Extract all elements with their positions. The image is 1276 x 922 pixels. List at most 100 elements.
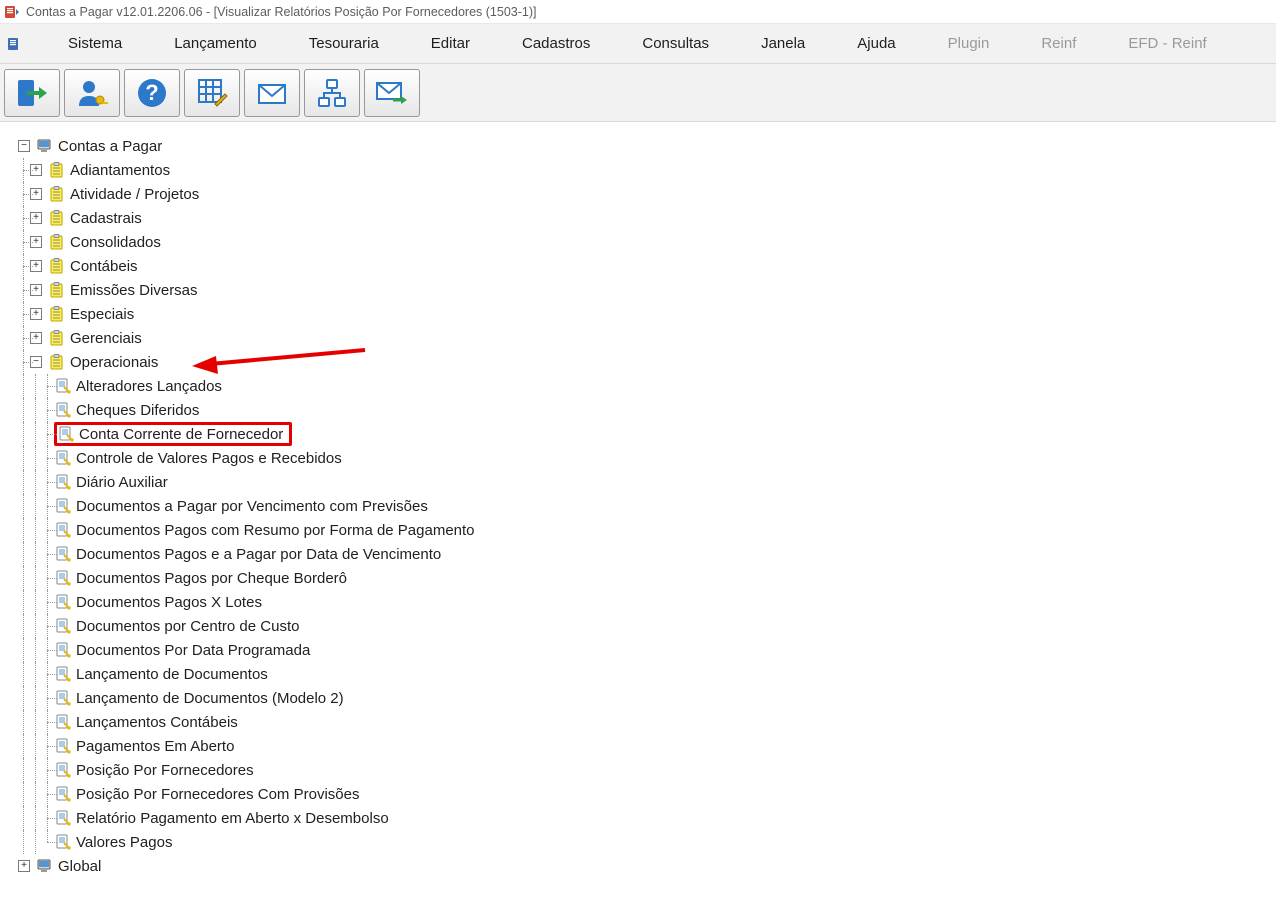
tree-leaf[interactable]: Documentos Por Data Programada — [18, 638, 1268, 662]
menu-janela[interactable]: Janela — [735, 35, 831, 52]
tree-label: Documentos por Centro de Custo — [76, 618, 299, 635]
menu-tesouraria[interactable]: Tesouraria — [283, 35, 405, 52]
clipboard-icon — [48, 329, 66, 347]
tree-label: Emissões Diversas — [70, 282, 198, 299]
tree-label: Contábeis — [70, 258, 138, 275]
exit-button[interactable] — [4, 69, 60, 117]
clipboard-icon — [48, 305, 66, 323]
menu-lancamento[interactable]: Lançamento — [148, 35, 283, 52]
tree-leaf[interactable]: Posição Por Fornecedores — [18, 758, 1268, 782]
tree-leaf[interactable]: Controle de Valores Pagos e Recebidos — [18, 446, 1268, 470]
tree-node[interactable]: +Cadastrais — [18, 206, 1268, 230]
tree-node[interactable]: +Gerenciais — [18, 326, 1268, 350]
tree-node[interactable]: +Contábeis — [18, 254, 1268, 278]
tree-label: Lançamento de Documentos (Modelo 2) — [76, 690, 344, 707]
svg-text:?: ? — [145, 80, 158, 105]
tree-label: Documentos a Pagar por Vencimento com Pr… — [76, 498, 428, 515]
tree-leaf[interactable]: Lançamento de Documentos — [18, 662, 1268, 686]
tree-label: Controle de Valores Pagos e Recebidos — [76, 450, 342, 467]
tree-leaf[interactable]: Documentos Pagos X Lotes — [18, 590, 1268, 614]
menubar: Sistema Lançamento Tesouraria Editar Cad… — [0, 24, 1276, 64]
menu-cadastros[interactable]: Cadastros — [496, 35, 616, 52]
tree-leaf[interactable]: Conta Corrente de Fornecedor — [18, 422, 1268, 446]
network-button[interactable] — [304, 69, 360, 117]
tree-label: Especiais — [70, 306, 134, 323]
tree-leaf[interactable]: Documentos Pagos por Cheque Borderô — [18, 566, 1268, 590]
clipboard-icon — [48, 353, 66, 371]
tree-leaf[interactable]: Diário Auxiliar — [18, 470, 1268, 494]
tree-leaf[interactable]: Documentos por Centro de Custo — [18, 614, 1268, 638]
tree-label: Atividade / Projetos — [70, 186, 199, 203]
grid-edit-button[interactable] — [184, 69, 240, 117]
tree-leaf[interactable]: Documentos Pagos e a Pagar por Data de V… — [18, 542, 1268, 566]
clipboard-icon — [48, 209, 66, 227]
user-key-button[interactable] — [64, 69, 120, 117]
tree-root-global[interactable]: + Global — [18, 854, 1268, 878]
computer-icon — [36, 137, 54, 155]
tree-node[interactable]: +Adiantamentos — [18, 158, 1268, 182]
highlighted-item: Conta Corrente de Fornecedor — [54, 422, 292, 446]
clipboard-icon — [48, 161, 66, 179]
tree-label: Lançamentos Contábeis — [76, 714, 238, 731]
tree-label: Contas a Pagar — [58, 138, 162, 155]
clipboard-icon — [48, 257, 66, 275]
tree-label: Cheques Diferidos — [76, 402, 199, 419]
tree-leaf[interactable]: Relatório Pagamento em Aberto x Desembol… — [18, 806, 1268, 830]
mail-send-button[interactable] — [364, 69, 420, 117]
tree-label: Relatório Pagamento em Aberto x Desembol… — [76, 810, 389, 827]
tree-node[interactable]: +Especiais — [18, 302, 1268, 326]
tree-leaf[interactable]: Posição Por Fornecedores Com Provisões — [18, 782, 1268, 806]
menubar-app-icon — [6, 35, 24, 53]
tree-node-operacionais[interactable]: − Operacionais — [18, 350, 1268, 374]
tree-node[interactable]: +Emissões Diversas — [18, 278, 1268, 302]
tree-node[interactable]: +Consolidados — [18, 230, 1268, 254]
menu-reinf[interactable]: Reinf — [1015, 35, 1102, 52]
toolbar: ? — [0, 64, 1276, 122]
report-tree-panel: − Contas a Pagar +Adiantamentos+Atividad… — [0, 122, 1276, 922]
tree-label: Diário Auxiliar — [76, 474, 168, 491]
tree-label: Global — [58, 858, 101, 875]
expand-icon[interactable]: + — [18, 860, 30, 872]
tree-label: Posição Por Fornecedores — [76, 762, 254, 779]
tree-root-contas-a-pagar[interactable]: − Contas a Pagar — [18, 134, 1268, 158]
tree-leaf[interactable]: Documentos Pagos com Resumo por Forma de… — [18, 518, 1268, 542]
menu-efd-reinf[interactable]: EFD - Reinf — [1102, 35, 1232, 52]
tree-node[interactable]: +Atividade / Projetos — [18, 182, 1268, 206]
tree-label: Documentos Pagos e a Pagar por Data de V… — [76, 546, 441, 563]
tree-label: Conta Corrente de Fornecedor — [79, 426, 283, 443]
report-icon — [57, 425, 75, 443]
tree-label: Posição Por Fornecedores Com Provisões — [76, 786, 359, 803]
titlebar: Contas a Pagar v12.01.2206.06 - [Visuali… — [0, 0, 1276, 24]
menu-consultas[interactable]: Consultas — [616, 35, 735, 52]
tree-label: Cadastrais — [70, 210, 142, 227]
collapse-icon[interactable]: − — [18, 140, 30, 152]
tree-label: Alteradores Lançados — [76, 378, 222, 395]
clipboard-icon — [48, 185, 66, 203]
tree-label: Documentos Por Data Programada — [76, 642, 310, 659]
tree-label: Pagamentos Em Aberto — [76, 738, 234, 755]
tree-leaf[interactable]: Documentos a Pagar por Vencimento com Pr… — [18, 494, 1268, 518]
tree-leaf[interactable]: Valores Pagos — [18, 830, 1268, 854]
menu-ajuda[interactable]: Ajuda — [831, 35, 921, 52]
tree-label: Documentos Pagos X Lotes — [76, 594, 262, 611]
tree-label: Documentos Pagos por Cheque Borderô — [76, 570, 347, 587]
menu-editar[interactable]: Editar — [405, 35, 496, 52]
tree-label: Operacionais — [70, 354, 158, 371]
tree-leaf[interactable]: Lançamentos Contábeis — [18, 710, 1268, 734]
tree-leaf[interactable]: Pagamentos Em Aberto — [18, 734, 1268, 758]
tree-label: Lançamento de Documentos — [76, 666, 268, 683]
tree-label: Adiantamentos — [70, 162, 170, 179]
menu-sistema[interactable]: Sistema — [42, 35, 148, 52]
report-tree[interactable]: − Contas a Pagar +Adiantamentos+Atividad… — [18, 134, 1268, 878]
menu-plugin[interactable]: Plugin — [922, 35, 1016, 52]
tree-leaf[interactable]: Lançamento de Documentos (Modelo 2) — [18, 686, 1268, 710]
tree-leaf[interactable]: Cheques Diferidos — [18, 398, 1268, 422]
mail-button[interactable] — [244, 69, 300, 117]
help-button[interactable]: ? — [124, 69, 180, 117]
tree-label: Valores Pagos — [76, 834, 172, 851]
clipboard-icon — [48, 281, 66, 299]
clipboard-icon — [48, 233, 66, 251]
tree-leaf[interactable]: Alteradores Lançados — [18, 374, 1268, 398]
tree-label: Consolidados — [70, 234, 161, 251]
tree-label: Documentos Pagos com Resumo por Forma de… — [76, 522, 475, 539]
